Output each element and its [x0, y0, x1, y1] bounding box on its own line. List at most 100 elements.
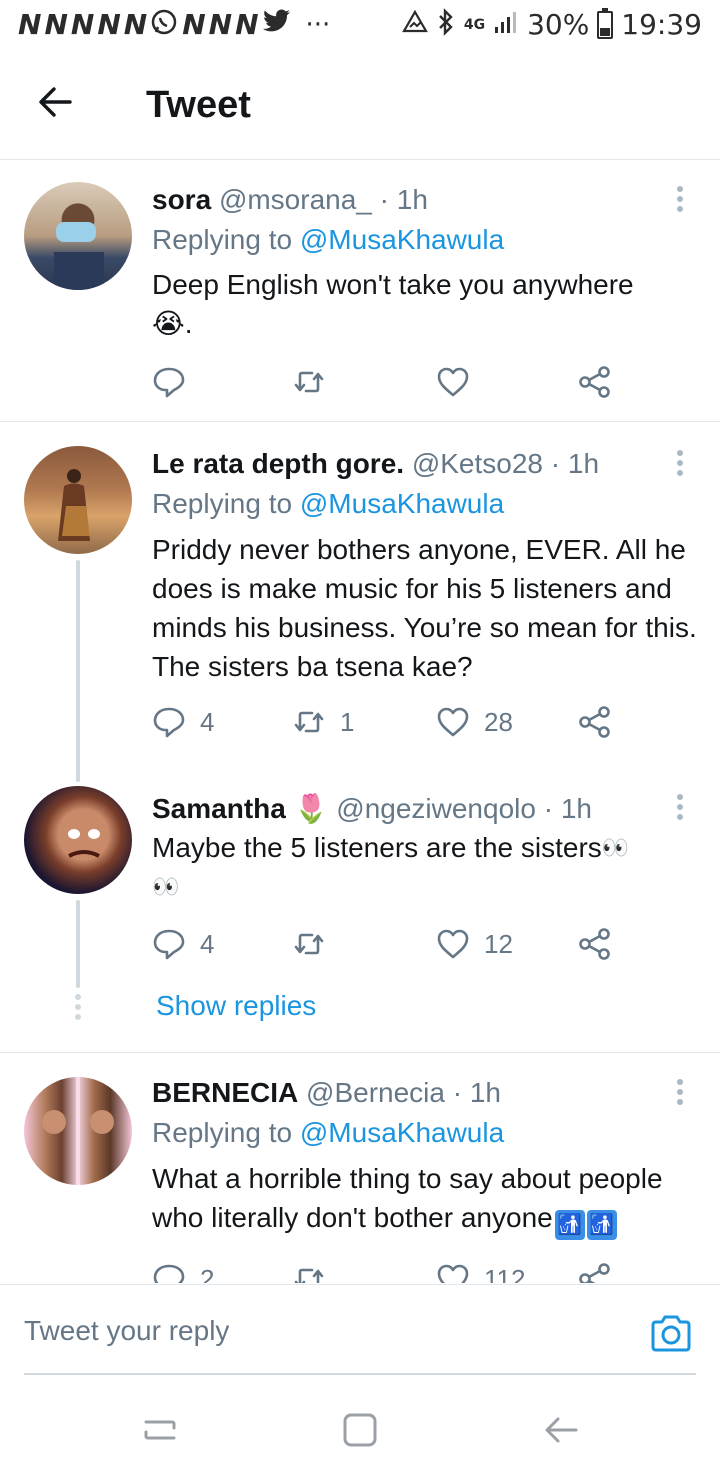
- twitter-icon: [262, 9, 292, 40]
- tweet-text: Maybe the 5 listeners are the sisters👀 👀: [152, 828, 702, 906]
- reply-button[interactable]: [152, 362, 200, 402]
- reply-input[interactable]: [24, 1307, 584, 1355]
- display-name[interactable]: sora: [152, 184, 211, 215]
- retweet-button[interactable]: [292, 362, 340, 402]
- display-name[interactable]: Le rata depth gore.: [152, 448, 404, 479]
- notification-n-icon: N: [97, 8, 120, 41]
- share-button[interactable]: [578, 1259, 612, 1283]
- thread-connector: [76, 900, 80, 988]
- tweet-header: BERNECIA @Bernecia · 1h: [152, 1077, 501, 1109]
- mention-link[interactable]: @MusaKhawula: [300, 224, 504, 255]
- retweet-button[interactable]: [292, 924, 340, 964]
- like-count: 28: [484, 706, 513, 737]
- tweet[interactable]: BERNECIA @Bernecia · 1h Replying to @Mus…: [0, 1053, 720, 1283]
- replying-to: Replying to @MusaKhawula: [152, 1117, 504, 1149]
- heart-icon: [437, 707, 469, 737]
- page-title: Tweet: [146, 84, 251, 126]
- display-name[interactable]: Samantha: [152, 793, 286, 824]
- battery-percent: 30%: [527, 8, 590, 41]
- retweet-button[interactable]: [292, 1259, 340, 1283]
- display-name[interactable]: BERNECIA: [152, 1077, 298, 1108]
- reply-icon: [153, 707, 185, 738]
- reply-composer: [0, 1284, 720, 1380]
- username[interactable]: @Ketso28: [412, 448, 543, 479]
- avatar[interactable]: [24, 446, 132, 554]
- eyes-emoji: 👀: [601, 835, 629, 860]
- back-button[interactable]: [36, 82, 76, 122]
- more-options-button[interactable]: [666, 1075, 694, 1111]
- avatar-photo: [58, 469, 90, 541]
- like-button[interactable]: 28: [436, 702, 513, 742]
- home-button[interactable]: [340, 1410, 380, 1450]
- recent-apps-icon: [144, 1420, 176, 1440]
- share-icon: [579, 928, 610, 960]
- notification-n-icon: N: [44, 8, 67, 41]
- more-notifications-icon: ···: [305, 9, 331, 40]
- replying-to-label: Replying to: [152, 224, 293, 255]
- camera-button[interactable]: [648, 1311, 694, 1357]
- like-button[interactable]: [436, 362, 484, 402]
- share-icon: [579, 1263, 610, 1283]
- tweet[interactable]: Le rata depth gore. @Ketso28 · 1h Replyi…: [0, 422, 720, 782]
- notification-n-icon: N: [182, 8, 205, 41]
- eyes-emoji: 👀: [152, 874, 179, 899]
- back-nav-button[interactable]: [542, 1410, 582, 1450]
- username[interactable]: @Bernecia: [306, 1077, 445, 1108]
- reply-button[interactable]: 2: [152, 1259, 214, 1283]
- share-button[interactable]: [578, 362, 612, 402]
- reply-button[interactable]: 4: [152, 924, 214, 964]
- whatsapp-icon: [150, 8, 178, 41]
- share-button[interactable]: [578, 924, 612, 964]
- like-count: 112: [484, 1263, 526, 1284]
- reply-button[interactable]: 4: [152, 702, 214, 742]
- retweet-button[interactable]: 1: [292, 702, 354, 742]
- reply-count: 4: [200, 706, 215, 737]
- clock: 19:39: [621, 8, 702, 41]
- tweet[interactable]: Samantha 🌷 @ngeziwenqolo · 1h Maybe the …: [0, 762, 720, 1052]
- tweet-header: Samantha 🌷 @ngeziwenqolo · 1h: [152, 792, 592, 825]
- share-button[interactable]: [578, 702, 612, 742]
- system-navigation-bar: [0, 1380, 720, 1480]
- replying-to: Replying to @MusaKhawula: [152, 488, 504, 520]
- retweet-icon: [294, 371, 324, 393]
- tweet-actions: 4 12: [152, 924, 652, 964]
- tweet-header: sora @msorana_ · 1h: [152, 184, 428, 216]
- home-icon: [343, 1413, 377, 1447]
- avatar[interactable]: [24, 1077, 132, 1185]
- retweet-icon: [294, 711, 324, 733]
- username[interactable]: @ngeziwenqolo: [336, 793, 536, 824]
- recent-apps-button[interactable]: [140, 1410, 180, 1450]
- mention-link[interactable]: @MusaKhawula: [300, 488, 504, 519]
- avatar[interactable]: [24, 182, 132, 290]
- username[interactable]: @msorana_: [219, 184, 372, 215]
- more-options-button[interactable]: [666, 182, 694, 218]
- retweet-icon: [294, 933, 324, 955]
- like-button[interactable]: 112: [436, 1259, 525, 1283]
- tweet-text: Priddy never bothers anyone, EVER. All h…: [152, 534, 697, 682]
- tweet-actions: 4 1 28: [152, 702, 652, 742]
- tweet[interactable]: sora @msorana_ · 1h Replying to @MusaKha…: [0, 160, 720, 422]
- tulip-emoji: 🌷: [293, 793, 329, 824]
- signal-icon: [493, 9, 519, 40]
- more-options-button[interactable]: [666, 446, 694, 482]
- show-replies-link[interactable]: Show replies: [156, 990, 316, 1022]
- tweet-time: · 1h: [543, 793, 592, 824]
- tweet-actions: 2 112: [152, 1259, 652, 1283]
- bluetooth-icon: [436, 8, 456, 41]
- data-saver-icon: [401, 9, 428, 40]
- reply-icon: [153, 1264, 185, 1283]
- reply-count: 4: [200, 928, 215, 959]
- tweet-time: · 1h: [452, 1077, 501, 1108]
- notification-icons: N N N N N N N N ···: [18, 8, 330, 41]
- arrow-left-icon: [39, 87, 72, 117]
- battery-icon: [597, 7, 614, 39]
- mention-link[interactable]: @MusaKhawula: [300, 1117, 504, 1148]
- avatar-photo: [68, 829, 100, 858]
- like-button[interactable]: 12: [436, 924, 513, 964]
- avatar-photo: [42, 1077, 114, 1185]
- retweet-count: 1: [340, 706, 355, 737]
- app-header: Tweet: [0, 52, 720, 160]
- more-options-button[interactable]: [666, 790, 694, 826]
- thread-connector: [76, 560, 80, 782]
- avatar[interactable]: [24, 786, 132, 894]
